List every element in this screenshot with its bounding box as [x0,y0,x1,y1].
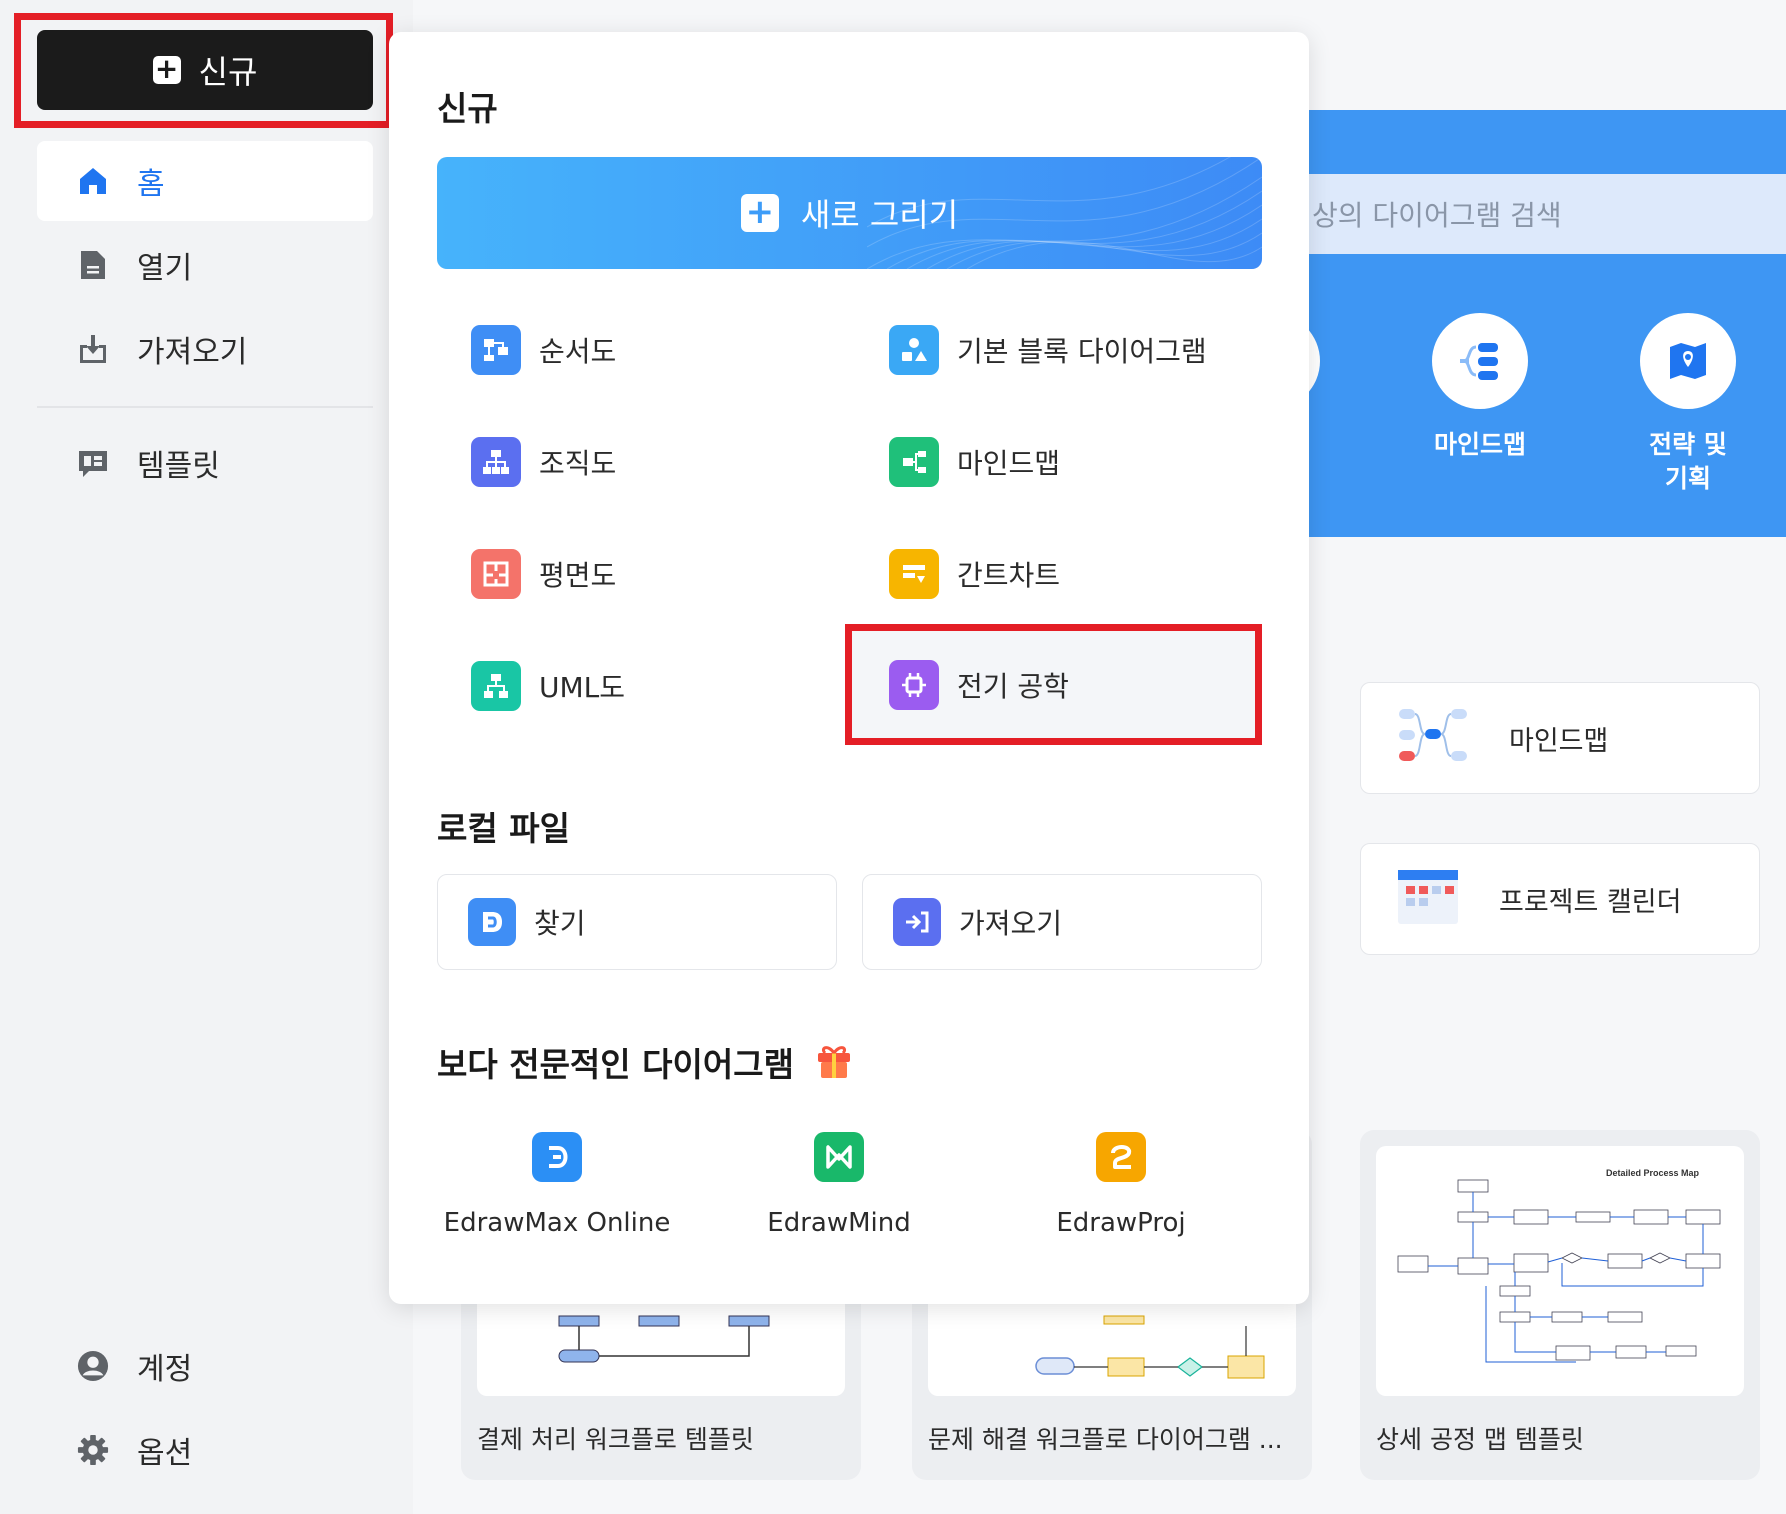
flowchart-icon [471,325,521,375]
banner-label-strategy: 전략 및 기획 [1649,430,1727,493]
mindmap-icon [889,437,939,487]
diagram-type-label: 간트차트 [957,559,1061,592]
product-label: EdrawMax Online [443,1208,671,1238]
account-icon [77,1350,109,1382]
sidebar-item-home[interactable]: 홈 [37,141,373,221]
sidebar-item-open[interactable]: 열기 [37,225,373,305]
product-label: EdrawProj [1056,1208,1186,1238]
sidebar-item-label: 가져오기 [137,335,248,370]
highlight-box-new [14,13,393,128]
local-import-button[interactable]: 가져오기 [862,874,1262,970]
diagram-type-label: 기본 블록 다이어그램 [957,335,1207,368]
product-edrawproj[interactable]: EdrawProj [981,1132,1261,1238]
plus-icon: + [740,194,779,232]
banner-item-mindmap[interactable] [1432,313,1528,409]
home-icon [77,165,109,197]
calendar-icon [1397,866,1459,933]
edrawproj-logo-icon [1096,1132,1146,1182]
highlight-box-electrical [845,624,1262,745]
mindmap-icon [1432,313,1528,409]
local-import-label: 가져오기 [959,907,1063,940]
quick-card-label: 프로젝트 캘린더 [1499,886,1682,918]
thumb-title: Detailed Process Map [1606,1168,1700,1178]
sidebar-item-label: 옵션 [137,1436,193,1471]
draw-new-button[interactable]: + 새로 그리기 [437,157,1262,269]
browse-icon [468,898,516,946]
gear-icon [77,1434,109,1466]
template-title: 상세 공정 맵 템플릿 [1376,1425,1584,1454]
diagram-type-label: UML도 [539,671,626,704]
panel-title: 신규 [437,89,498,128]
local-browse-label: 찾기 [534,907,586,940]
diagram-type-gantt[interactable]: 간트차트 [885,526,1060,622]
import-icon [893,898,941,946]
quick-card-project-calendar[interactable]: 프로젝트 캘린더 [1360,843,1760,955]
banner-label-mindmap: 마인드맵 [1433,430,1526,459]
import-icon [77,333,109,365]
diagram-type-org-chart[interactable]: 조직도 [467,414,616,510]
sidebar-item-import[interactable]: 가져오기 [37,309,373,389]
wave-pattern [867,157,1262,269]
pro-section-header: 보다 전문적인 다이어그램 [437,1038,854,1086]
sidebar: + 신규 홈 열기 가져오기 템플릿 계정 옵션 [0,0,413,1514]
product-label: EdrawMind [767,1208,911,1238]
diagram-type-label: 평면도 [539,559,617,592]
file-icon [77,249,109,281]
sidebar-item-label: 홈 [137,167,165,202]
sidebar-item-templates[interactable]: 템플릿 [37,423,373,503]
template-card-process-map[interactable]: Detailed Process Map 상세 공정 맵 템플릿 [1360,1130,1760,1480]
search-input[interactable]: 상의 다이어그램 검색 [1308,174,1786,254]
template-title: 문제 해결 워크플로 다이어그램 ... [928,1425,1283,1454]
quick-card-label: 마인드맵 [1509,725,1609,757]
product-edrawmind[interactable]: EdrawMind [699,1132,979,1238]
gantt-icon [889,549,939,599]
banner-item-strategy[interactable] [1640,313,1736,409]
floor-plan-icon [471,549,521,599]
diagram-type-mindmap[interactable]: 마인드맵 [885,414,1060,510]
sidebar-item-label: 계정 [137,1352,193,1387]
org-chart-icon [471,437,521,487]
diagram-type-flowchart[interactable]: 순서도 [467,302,616,398]
diagram-type-uml[interactable]: UML도 [467,638,625,734]
sidebar-item-account[interactable]: 계정 [37,1326,373,1406]
edrawmax-logo-icon [532,1132,582,1182]
template-icon [77,447,109,479]
diagram-type-label: 순서도 [539,335,617,368]
quick-card-mindmap[interactable]: 마인드맵 [1360,682,1760,794]
uml-icon [471,661,521,711]
diagram-type-block[interactable]: 기본 블록 다이어그램 [885,302,1207,398]
sidebar-item-options[interactable]: 옵션 [37,1410,373,1490]
local-files-title: 로컬 파일 [437,809,570,848]
sidebar-item-label: 템플릿 [137,449,220,484]
search-placeholder: 상의 다이어그램 검색 [1312,199,1562,232]
diagram-type-floor-plan[interactable]: 평면도 [467,526,616,622]
diagram-type-label: 마인드맵 [957,447,1061,480]
pro-section-title: 보다 전문적인 다이어그램 [437,1045,794,1084]
template-thumbnail: Detailed Process Map [1376,1146,1744,1396]
new-dropdown-panel: 신규 + 새로 그리기 순서도 기본 블록 다이어그램 조직도 마인드맵 평면도… [389,32,1309,1304]
mindmap-thumb-icon [1397,705,1469,772]
gift-icon [814,1040,854,1084]
sidebar-divider [37,406,373,408]
sidebar-item-label: 열기 [137,251,193,286]
product-edrawmax-online[interactable]: EdrawMax Online [417,1132,697,1238]
diagram-type-label: 조직도 [539,447,617,480]
map-icon [1640,313,1736,409]
block-diagram-icon [889,325,939,375]
template-title: 결제 처리 워크플로 템플릿 [477,1425,754,1454]
local-browse-button[interactable]: 찾기 [437,874,837,970]
edrawmind-logo-icon [814,1132,864,1182]
